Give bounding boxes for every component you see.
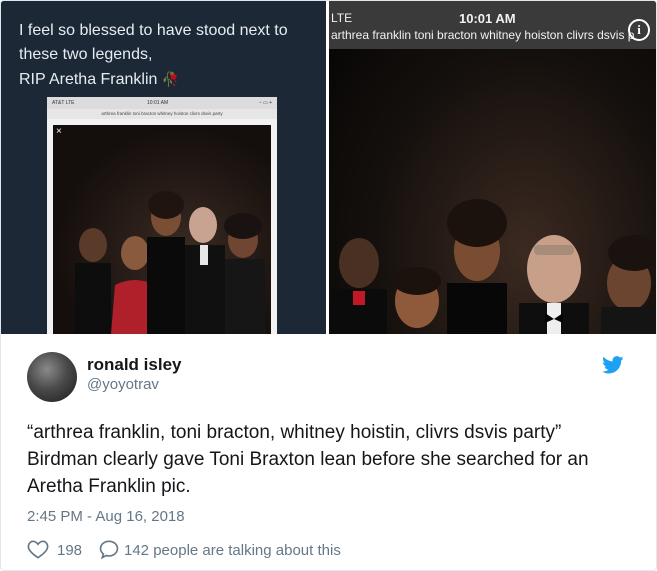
heart-icon [27,540,49,559]
author-display-name[interactable]: ronald isley [87,355,181,375]
like-button[interactable]: 198 [27,539,97,563]
twitter-bird-icon[interactable] [602,356,624,374]
people-photo-illustration [331,199,656,334]
right-status-bar: LTE 10:01 AM arthrea franklin toni bract… [329,1,656,49]
tweet-media[interactable]: I feel so blessed to have stood next to … [1,1,656,334]
conversation-text: 142 people are talking about this [124,542,341,559]
inner-search-bar: arthrea franklin toni bracton whitney ho… [47,109,277,119]
tweet-text: “arthrea franklin, toni bracton, whitney… [27,422,589,497]
tweet-card[interactable]: I feel so blessed to have stood next to … [0,0,657,571]
like-count: 198 [57,542,83,559]
caption-line: these two legends, [19,46,153,63]
right-time: 10:01 AM [459,11,516,26]
inner-status-bar: AT&T LTE 10:01 AM ⁃ ▭ + [47,97,277,109]
wilted-rose-icon: 🥀 [161,71,180,87]
inner-battery-icon: ⁃ ▭ + [259,100,272,106]
avatar[interactable] [27,352,77,402]
info-icon[interactable]: i [628,19,650,41]
right-search-query: arthrea franklin toni bracton whitney ho… [331,28,635,42]
media-image-right[interactable]: LTE 10:01 AM arthrea franklin toni bract… [329,1,656,334]
inner-carrier: AT&T LTE [52,100,75,106]
speech-bubble-icon [99,540,119,559]
caption-text: RIP Aretha Franklin [19,71,158,88]
people-photo-illustration [75,191,265,334]
embedded-phone-screenshot: AT&T LTE 10:01 AM ⁃ ▭ + arthrea franklin… [47,97,277,334]
reply-conversation-button[interactable]: 142 people are talking about this [98,539,388,563]
inner-time: 10:01 AM [147,100,169,106]
tweet-body: ronald isley @yoyotrav “arthrea franklin… [1,334,656,570]
inner-photo: × [53,125,271,334]
right-carrier: LTE [331,11,353,25]
tweet-timestamp[interactable]: 2:45 PM - Aug 16, 2018 [27,508,185,525]
caption-line: RIP Aretha Franklin 🥀 [19,67,309,92]
author-handle[interactable]: @yoyotrav [87,376,159,393]
caption-line: I feel so blessed to have stood next to [19,22,288,39]
quoted-caption: I feel so blessed to have stood next to … [19,19,309,92]
media-image-left[interactable]: I feel so blessed to have stood next to … [1,1,326,334]
